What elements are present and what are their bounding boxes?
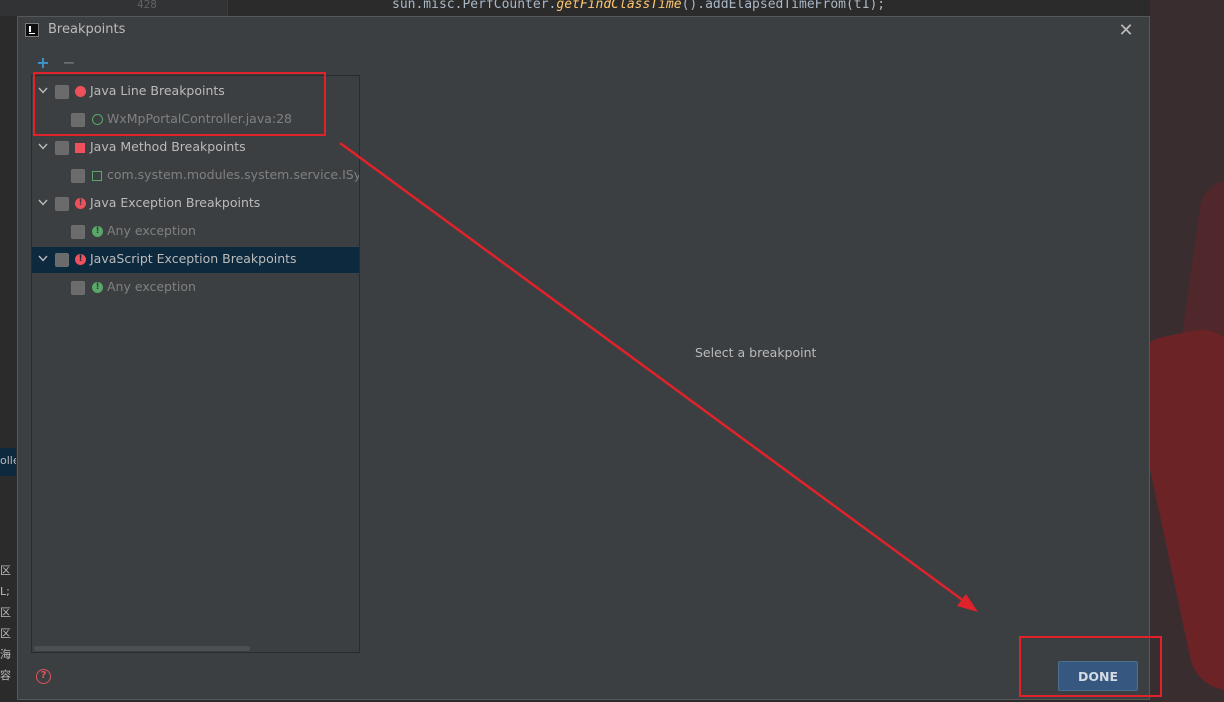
log-line: L; bbox=[0, 585, 10, 598]
chevron-down-icon[interactable] bbox=[37, 196, 49, 210]
red-square-breakpoint-icon bbox=[75, 143, 85, 153]
tree-group-javascript-exception-breakpoints[interactable]: ! JavaScript Exception Breakpoints bbox=[32, 247, 359, 273]
group-checkbox[interactable] bbox=[55, 141, 69, 155]
help-button[interactable]: ? bbox=[36, 669, 51, 684]
tree-group-label: Java Exception Breakpoints bbox=[90, 195, 261, 210]
breakpoints-tree[interactable]: Java Line Breakpoints WxMpPortalControll… bbox=[31, 75, 360, 653]
side-tab[interactable]: olle bbox=[0, 448, 16, 476]
tree-group-label: JavaScript Exception Breakpoints bbox=[90, 251, 297, 266]
chevron-down-icon[interactable] bbox=[37, 84, 49, 98]
item-checkbox[interactable] bbox=[71, 113, 85, 127]
group-checkbox[interactable] bbox=[55, 253, 69, 267]
tree-group-java-line-breakpoints[interactable]: Java Line Breakpoints bbox=[32, 79, 359, 105]
tree-item-label: WxMpPortalController.java:28 bbox=[107, 111, 293, 126]
log-line: 区 bbox=[0, 606, 11, 619]
item-checkbox[interactable] bbox=[71, 281, 85, 295]
chevron-down-icon[interactable] bbox=[37, 252, 49, 266]
red-exclamation-breakpoint-icon: ! bbox=[75, 198, 86, 209]
tree-group-java-method-breakpoints[interactable]: Java Method Breakpoints bbox=[32, 135, 359, 161]
chevron-down-icon[interactable] bbox=[37, 140, 49, 154]
red-exclamation-breakpoint-icon: ! bbox=[75, 254, 86, 265]
tree-group-java-exception-breakpoints[interactable]: ! Java Exception Breakpoints bbox=[32, 191, 359, 217]
console-log: 区 L; 区 区 海 容 bbox=[0, 560, 18, 686]
close-icon[interactable]: ✕ bbox=[1115, 20, 1137, 42]
line-number: 428 bbox=[137, 0, 157, 11]
log-line: 容 bbox=[0, 669, 11, 682]
green-square-breakpoint-icon bbox=[92, 171, 102, 181]
code-prefix: sun.misc.PerfCounter. bbox=[392, 0, 557, 12]
tree-item-label: com.system.modules.system.service.ISysUs… bbox=[107, 167, 359, 182]
add-breakpoint-button[interactable]: + bbox=[36, 53, 50, 73]
log-line: 海 bbox=[0, 648, 11, 661]
green-ring-breakpoint-icon bbox=[92, 114, 103, 125]
green-exclamation-breakpoint-icon: ! bbox=[92, 226, 103, 237]
dialog-titlebar[interactable]: Breakpoints ✕ bbox=[18, 17, 1149, 45]
editor-gutter: 428 bbox=[0, 0, 228, 16]
horizontal-scrollbar[interactable] bbox=[34, 646, 250, 651]
tree-group-label: Java Line Breakpoints bbox=[90, 83, 225, 98]
tree-item-breakpoint[interactable]: WxMpPortalController.java:28 bbox=[32, 107, 359, 133]
empty-details-placeholder: Select a breakpoint bbox=[695, 345, 817, 360]
item-checkbox[interactable] bbox=[71, 225, 85, 239]
dialog-title: Breakpoints bbox=[48, 22, 126, 37]
breakpoints-dialog: Breakpoints ✕ + − Java Line Breakpoints … bbox=[17, 16, 1150, 700]
group-checkbox[interactable] bbox=[55, 85, 69, 99]
tree-item-label: Any exception bbox=[107, 223, 196, 238]
tree-item-breakpoint[interactable]: com.system.modules.system.service.ISysUs… bbox=[32, 163, 359, 189]
item-checkbox[interactable] bbox=[71, 169, 85, 183]
intellij-icon bbox=[25, 23, 39, 37]
editor-code-line: sun.misc.PerfCounter.getFindClassTime().… bbox=[392, 0, 885, 12]
tree-item-breakpoint[interactable]: ! Any exception bbox=[32, 275, 359, 301]
log-line: 区 bbox=[0, 564, 11, 577]
editor-background-image bbox=[1150, 0, 1224, 702]
tree-item-breakpoint[interactable]: ! Any exception bbox=[32, 219, 359, 245]
green-exclamation-breakpoint-icon: ! bbox=[92, 282, 103, 293]
tree-item-label: Any exception bbox=[107, 279, 196, 294]
red-dot-breakpoint-icon bbox=[75, 86, 86, 97]
remove-breakpoint-button[interactable]: − bbox=[62, 53, 76, 73]
code-suffix: ().addElapsedTimeFrom(t1); bbox=[681, 0, 886, 12]
done-button[interactable]: DONE bbox=[1058, 661, 1138, 691]
log-line: 区 bbox=[0, 627, 11, 640]
tree-group-label: Java Method Breakpoints bbox=[90, 139, 246, 154]
group-checkbox[interactable] bbox=[55, 197, 69, 211]
code-method: getFindClassTime bbox=[556, 0, 682, 12]
